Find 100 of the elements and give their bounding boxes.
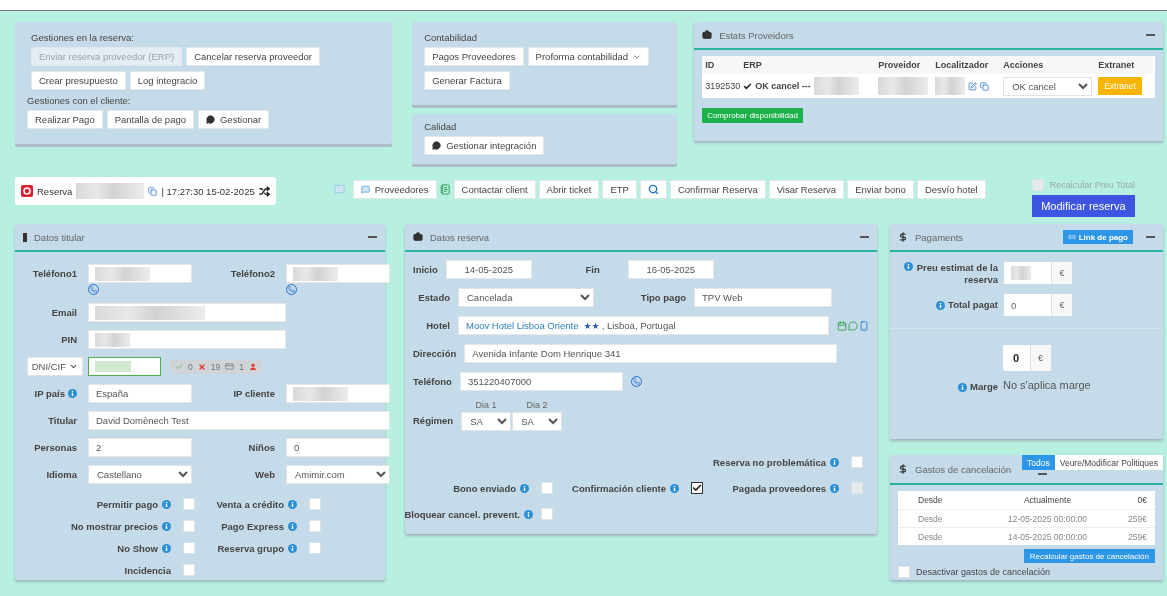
payment-type-field[interactable]: TPV Web bbox=[694, 288, 832, 307]
children-field[interactable]: 0 bbox=[286, 438, 390, 457]
address-field[interactable]: Avenida Infante Dom Henrique 341 bbox=[464, 344, 838, 363]
action-button[interactable]: Generar Factura bbox=[424, 71, 510, 90]
checkbox-label: No mostrar precios bbox=[70, 520, 158, 532]
pin-field[interactable] bbox=[88, 330, 286, 349]
action-button[interactable]: Cancelar reserva proveedor bbox=[186, 47, 320, 66]
holder-field[interactable]: David Domènech Test bbox=[88, 411, 390, 430]
info-icon bbox=[904, 262, 913, 271]
toolbar-button[interactable]: ETP bbox=[602, 180, 637, 199]
redacted-block bbox=[935, 77, 966, 95]
document-field[interactable] bbox=[88, 357, 161, 376]
toolbar-button[interactable]: Visar Reserva bbox=[768, 180, 845, 199]
toolbar-button[interactable]: Desvío hotel bbox=[916, 180, 986, 199]
checkbox-label: Bono enviado bbox=[453, 482, 516, 494]
status-select[interactable]: Cancelada bbox=[458, 288, 594, 307]
edit-icon[interactable] bbox=[968, 81, 978, 91]
field-label: Preu estimat de la reserva bbox=[916, 262, 998, 286]
action-button[interactable]: Gestionar bbox=[198, 110, 270, 129]
checkbox-label: Desactivar gastos de cancelación bbox=[916, 567, 1051, 577]
language-select[interactable]: Castellano bbox=[88, 465, 192, 484]
table-cell-text: 0€ bbox=[1136, 495, 1147, 505]
ip-field[interactable] bbox=[286, 384, 390, 403]
field-label: IP país bbox=[34, 387, 65, 401]
price-field[interactable] bbox=[1004, 262, 1051, 284]
action-select[interactable]: OK cancel bbox=[1003, 76, 1093, 96]
briefcase-icon bbox=[702, 30, 713, 40]
chat-icon bbox=[206, 115, 215, 124]
action-button[interactable]: Proforma contabilidad bbox=[527, 47, 649, 66]
check-icon bbox=[175, 362, 183, 371]
phone-icon[interactable] bbox=[630, 376, 642, 387]
calendar-icon[interactable] bbox=[837, 320, 847, 331]
toolbar-button[interactable]: Contactar client bbox=[453, 180, 536, 199]
people-field[interactable]: 2 bbox=[88, 438, 192, 457]
chat-icon bbox=[360, 185, 370, 194]
stat-count: 1 bbox=[239, 361, 244, 372]
redacted-block bbox=[76, 183, 145, 199]
smartphone-icon[interactable] bbox=[859, 320, 869, 331]
check-icon bbox=[743, 81, 753, 91]
info-icon bbox=[288, 499, 297, 509]
checkbox-label: Reserva grupo bbox=[217, 542, 284, 554]
field-label: IP cliente bbox=[232, 387, 275, 401]
dollar-icon bbox=[898, 232, 908, 242]
phone-field[interactable]: 351220407000 bbox=[459, 372, 623, 391]
cross-icon bbox=[197, 362, 206, 371]
date-field[interactable]: 16-05-2025 bbox=[627, 260, 714, 279]
briefcase-icon bbox=[413, 232, 423, 242]
info-icon bbox=[162, 521, 171, 531]
tab[interactable]: Veure/Modificar Politiques bbox=[1054, 455, 1163, 470]
phone-icon[interactable] bbox=[286, 284, 297, 295]
hotel-field[interactable]: Moov Hotel Lisboa Oriente ★★ , Lisboa, Portugal bbox=[458, 316, 829, 335]
table-cell-text: Actualmente bbox=[1022, 495, 1073, 505]
phone-field[interactable] bbox=[88, 264, 192, 283]
checkbox-label: Pago Express bbox=[221, 520, 284, 532]
toolbar-button[interactable]: Abrir ticket bbox=[538, 180, 600, 199]
country-field[interactable]: España bbox=[88, 384, 192, 403]
document-type-select[interactable]: DNI/CIF bbox=[26, 357, 83, 376]
info-icon bbox=[162, 543, 171, 553]
chat-icon[interactable] bbox=[848, 320, 858, 331]
field-label: Inicio bbox=[413, 264, 438, 275]
panel-title: Gastos de cancelación bbox=[915, 463, 1012, 475]
section-heading: Calidad bbox=[424, 121, 458, 132]
hotel-stars: ★★ bbox=[583, 320, 600, 331]
panel-title: Pagaments bbox=[915, 231, 964, 243]
info-icon bbox=[288, 543, 297, 553]
info-icon bbox=[68, 389, 77, 398]
search-button[interactable] bbox=[639, 180, 667, 199]
phone-field[interactable] bbox=[286, 264, 390, 283]
board-select[interactable]: SA bbox=[512, 412, 563, 431]
checkbox[interactable] bbox=[691, 482, 703, 494]
action-button[interactable]: Pantalla de pago bbox=[106, 110, 194, 129]
toolbar-button[interactable]: Confirmar Reserva bbox=[669, 180, 766, 199]
action-button[interactable]: Log integracio bbox=[129, 71, 206, 90]
chat-icon[interactable] bbox=[333, 184, 345, 195]
date-field[interactable]: 14-05-2025 bbox=[445, 260, 532, 279]
redacted-block bbox=[813, 77, 859, 95]
checkbox-label: Reserva no problemática bbox=[713, 456, 826, 468]
email-field[interactable] bbox=[88, 303, 286, 322]
action-button[interactable]: Crear presupuesto bbox=[31, 71, 126, 90]
toolbar-button[interactable]: Enviar bono bbox=[847, 180, 914, 199]
action-button[interactable]: Pagos Proveedores bbox=[424, 47, 524, 66]
section-heading: Gestiones en la reserva: bbox=[31, 32, 135, 43]
action-button[interactable]: Realizar Pago bbox=[27, 110, 103, 129]
toolbar-button[interactable]: Proveedores bbox=[352, 180, 437, 199]
copy-icon[interactable] bbox=[148, 186, 158, 196]
checkbox-label: Bloquear cancel. prevent. bbox=[404, 508, 520, 520]
field-label: Teléfono bbox=[413, 376, 452, 387]
phone-icon[interactable] bbox=[88, 284, 99, 295]
web-select[interactable]: Amimir.com bbox=[286, 465, 390, 484]
modify-booking-button[interactable]: Modificar reserva bbox=[1031, 195, 1136, 217]
field-label: Tipo pago bbox=[639, 292, 686, 303]
currency-addon: € bbox=[1051, 262, 1072, 284]
hotel-link[interactable]: Moov Hotel Lisboa Oriente bbox=[466, 320, 579, 331]
total-paid-field[interactable]: 0 bbox=[1004, 294, 1051, 316]
board-select[interactable]: SA bbox=[461, 412, 512, 431]
checkbox-label: No Show bbox=[117, 542, 158, 554]
copy-icon[interactable] bbox=[980, 81, 990, 91]
shuffle-icon[interactable] bbox=[258, 185, 270, 197]
action-button[interactable]: Gestionar integración bbox=[424, 136, 545, 155]
note-icon[interactable] bbox=[439, 184, 451, 195]
